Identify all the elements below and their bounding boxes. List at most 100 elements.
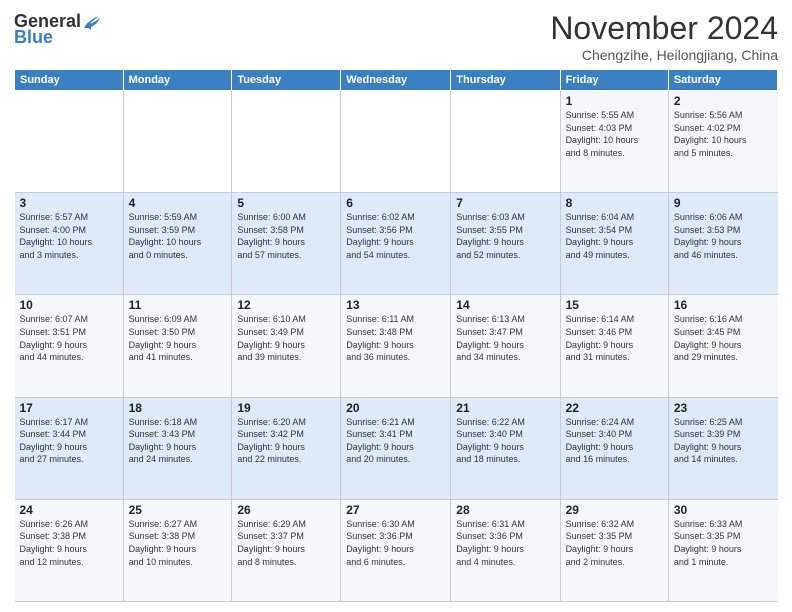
header-monday: Monday — [123, 70, 232, 91]
calendar-cell — [15, 91, 124, 193]
day-number: 10 — [20, 298, 118, 312]
day-info: Sunrise: 6:03 AM Sunset: 3:55 PM Dayligh… — [456, 211, 554, 261]
day-info: Sunrise: 6:27 AM Sunset: 3:38 PM Dayligh… — [129, 518, 227, 568]
week-row-5: 24Sunrise: 6:26 AM Sunset: 3:38 PM Dayli… — [15, 499, 778, 601]
header-thursday: Thursday — [451, 70, 560, 91]
day-info: Sunrise: 6:04 AM Sunset: 3:54 PM Dayligh… — [566, 211, 663, 261]
calendar-cell: 27Sunrise: 6:30 AM Sunset: 3:36 PM Dayli… — [341, 499, 451, 601]
calendar-cell: 3Sunrise: 5:57 AM Sunset: 4:00 PM Daylig… — [15, 193, 124, 295]
calendar-cell: 29Sunrise: 6:32 AM Sunset: 3:35 PM Dayli… — [560, 499, 668, 601]
calendar-cell: 20Sunrise: 6:21 AM Sunset: 3:41 PM Dayli… — [341, 397, 451, 499]
page: General Blue November 2024 Chengzihe, He… — [0, 0, 792, 612]
day-info: Sunrise: 6:21 AM Sunset: 3:41 PM Dayligh… — [346, 416, 445, 466]
day-info: Sunrise: 6:25 AM Sunset: 3:39 PM Dayligh… — [674, 416, 773, 466]
day-number: 28 — [456, 503, 554, 517]
header-sunday: Sunday — [15, 70, 124, 91]
calendar-cell: 7Sunrise: 6:03 AM Sunset: 3:55 PM Daylig… — [451, 193, 560, 295]
calendar-cell: 26Sunrise: 6:29 AM Sunset: 3:37 PM Dayli… — [232, 499, 341, 601]
day-info: Sunrise: 6:02 AM Sunset: 3:56 PM Dayligh… — [346, 211, 445, 261]
day-info: Sunrise: 6:31 AM Sunset: 3:36 PM Dayligh… — [456, 518, 554, 568]
calendar-cell: 13Sunrise: 6:11 AM Sunset: 3:48 PM Dayli… — [341, 295, 451, 397]
calendar-cell: 11Sunrise: 6:09 AM Sunset: 3:50 PM Dayli… — [123, 295, 232, 397]
logo: General Blue — [14, 10, 100, 46]
day-number: 16 — [674, 298, 773, 312]
calendar-cell: 21Sunrise: 6:22 AM Sunset: 3:40 PM Dayli… — [451, 397, 560, 499]
title-block: November 2024 Chengzihe, Heilongjiang, C… — [550, 10, 778, 63]
calendar-cell: 10Sunrise: 6:07 AM Sunset: 3:51 PM Dayli… — [15, 295, 124, 397]
header-tuesday: Tuesday — [232, 70, 341, 91]
day-info: Sunrise: 6:24 AM Sunset: 3:40 PM Dayligh… — [566, 416, 663, 466]
day-info: Sunrise: 6:33 AM Sunset: 3:35 PM Dayligh… — [674, 518, 773, 568]
day-info: Sunrise: 6:00 AM Sunset: 3:58 PM Dayligh… — [237, 211, 335, 261]
day-number: 27 — [346, 503, 445, 517]
day-number: 3 — [20, 196, 118, 210]
day-number: 23 — [674, 401, 773, 415]
calendar-cell: 15Sunrise: 6:14 AM Sunset: 3:46 PM Dayli… — [560, 295, 668, 397]
calendar-cell: 16Sunrise: 6:16 AM Sunset: 3:45 PM Dayli… — [668, 295, 777, 397]
day-number: 29 — [566, 503, 663, 517]
calendar-cell: 22Sunrise: 6:24 AM Sunset: 3:40 PM Dayli… — [560, 397, 668, 499]
day-info: Sunrise: 5:59 AM Sunset: 3:59 PM Dayligh… — [129, 211, 227, 261]
day-info: Sunrise: 6:22 AM Sunset: 3:40 PM Dayligh… — [456, 416, 554, 466]
day-number: 20 — [346, 401, 445, 415]
calendar-cell — [341, 91, 451, 193]
header-row: Sunday Monday Tuesday Wednesday Thursday… — [15, 70, 778, 91]
day-info: Sunrise: 6:26 AM Sunset: 3:38 PM Dayligh… — [20, 518, 118, 568]
logo-text-blue: Blue — [14, 28, 53, 46]
calendar-cell: 17Sunrise: 6:17 AM Sunset: 3:44 PM Dayli… — [15, 397, 124, 499]
day-number: 18 — [129, 401, 227, 415]
day-number: 8 — [566, 196, 663, 210]
day-number: 14 — [456, 298, 554, 312]
calendar-cell: 30Sunrise: 6:33 AM Sunset: 3:35 PM Dayli… — [668, 499, 777, 601]
day-number: 24 — [20, 503, 118, 517]
day-number: 5 — [237, 196, 335, 210]
day-number: 7 — [456, 196, 554, 210]
calendar-cell — [451, 91, 560, 193]
day-info: Sunrise: 6:20 AM Sunset: 3:42 PM Dayligh… — [237, 416, 335, 466]
logo-bird-icon — [82, 10, 100, 32]
week-row-4: 17Sunrise: 6:17 AM Sunset: 3:44 PM Dayli… — [15, 397, 778, 499]
day-number: 13 — [346, 298, 445, 312]
day-info: Sunrise: 6:10 AM Sunset: 3:49 PM Dayligh… — [237, 313, 335, 363]
day-info: Sunrise: 6:11 AM Sunset: 3:48 PM Dayligh… — [346, 313, 445, 363]
day-number: 25 — [129, 503, 227, 517]
day-number: 4 — [129, 196, 227, 210]
calendar-cell: 1Sunrise: 5:55 AM Sunset: 4:03 PM Daylig… — [560, 91, 668, 193]
day-number: 6 — [346, 196, 445, 210]
day-info: Sunrise: 6:14 AM Sunset: 3:46 PM Dayligh… — [566, 313, 663, 363]
day-info: Sunrise: 6:30 AM Sunset: 3:36 PM Dayligh… — [346, 518, 445, 568]
header-wednesday: Wednesday — [341, 70, 451, 91]
day-info: Sunrise: 6:09 AM Sunset: 3:50 PM Dayligh… — [129, 313, 227, 363]
week-row-3: 10Sunrise: 6:07 AM Sunset: 3:51 PM Dayli… — [15, 295, 778, 397]
calendar-cell — [123, 91, 232, 193]
day-number: 9 — [674, 196, 773, 210]
day-info: Sunrise: 6:16 AM Sunset: 3:45 PM Dayligh… — [674, 313, 773, 363]
day-number: 30 — [674, 503, 773, 517]
day-number: 19 — [237, 401, 335, 415]
location: Chengzihe, Heilongjiang, China — [550, 47, 778, 63]
day-info: Sunrise: 6:29 AM Sunset: 3:37 PM Dayligh… — [237, 518, 335, 568]
day-info: Sunrise: 6:18 AM Sunset: 3:43 PM Dayligh… — [129, 416, 227, 466]
day-info: Sunrise: 6:32 AM Sunset: 3:35 PM Dayligh… — [566, 518, 663, 568]
week-row-1: 1Sunrise: 5:55 AM Sunset: 4:03 PM Daylig… — [15, 91, 778, 193]
calendar-cell: 23Sunrise: 6:25 AM Sunset: 3:39 PM Dayli… — [668, 397, 777, 499]
calendar-cell: 18Sunrise: 6:18 AM Sunset: 3:43 PM Dayli… — [123, 397, 232, 499]
calendar-cell: 2Sunrise: 5:56 AM Sunset: 4:02 PM Daylig… — [668, 91, 777, 193]
calendar-cell: 19Sunrise: 6:20 AM Sunset: 3:42 PM Dayli… — [232, 397, 341, 499]
day-number: 21 — [456, 401, 554, 415]
day-info: Sunrise: 5:57 AM Sunset: 4:00 PM Dayligh… — [20, 211, 118, 261]
day-number: 12 — [237, 298, 335, 312]
header-saturday: Saturday — [668, 70, 777, 91]
day-number: 11 — [129, 298, 227, 312]
day-info: Sunrise: 5:56 AM Sunset: 4:02 PM Dayligh… — [674, 109, 773, 159]
day-info: Sunrise: 6:06 AM Sunset: 3:53 PM Dayligh… — [674, 211, 773, 261]
calendar-cell — [232, 91, 341, 193]
calendar-cell: 14Sunrise: 6:13 AM Sunset: 3:47 PM Dayli… — [451, 295, 560, 397]
calendar-cell: 28Sunrise: 6:31 AM Sunset: 3:36 PM Dayli… — [451, 499, 560, 601]
day-info: Sunrise: 6:07 AM Sunset: 3:51 PM Dayligh… — [20, 313, 118, 363]
calendar-table: Sunday Monday Tuesday Wednesday Thursday… — [14, 69, 778, 602]
calendar-cell: 24Sunrise: 6:26 AM Sunset: 3:38 PM Dayli… — [15, 499, 124, 601]
day-number: 2 — [674, 94, 773, 108]
month-title: November 2024 — [550, 10, 778, 47]
calendar-cell: 12Sunrise: 6:10 AM Sunset: 3:49 PM Dayli… — [232, 295, 341, 397]
